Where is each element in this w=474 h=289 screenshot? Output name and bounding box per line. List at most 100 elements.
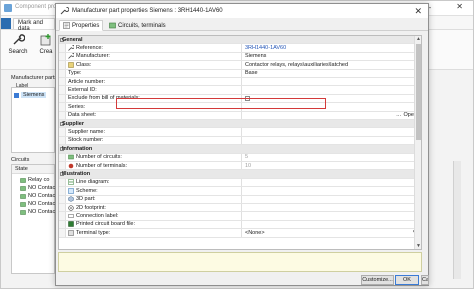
relay-coil-icon (20, 177, 26, 183)
list-item[interactable]: Relay co (20, 176, 49, 184)
row-external-id[interactable]: External ID: (59, 86, 421, 95)
manufacturer-parts-label: Manufacturer parts (11, 75, 58, 81)
close-icon[interactable]: ✕ (456, 2, 463, 11)
footprint-icon (68, 204, 74, 211)
row-number-of-terminals[interactable]: Number of terminals: 10 (59, 162, 421, 171)
row-line-diagram[interactable]: Line diagram: (59, 178, 421, 188)
row-terminal-type[interactable]: Terminal type: <None> ▾ (59, 229, 421, 238)
scheme-icon (68, 187, 74, 194)
create-label: Crea (39, 49, 53, 55)
row-manufacturer[interactable]: Manufacturer: Siemens (59, 52, 421, 62)
properties-icon (63, 22, 70, 29)
tab-properties-label: Properties (72, 22, 100, 29)
wrench-icon (13, 34, 25, 45)
scroll-up-icon[interactable]: ▲ (416, 36, 421, 42)
manufacturer-part-properties-dialog: Manufacturer part properties Siemens : 3… (55, 3, 429, 286)
section-supplier[interactable]: Supplier (59, 120, 421, 129)
num-terminals-label: Number of terminals: (76, 162, 128, 169)
manufacturer-label: Manufacturer: (76, 53, 110, 60)
class-icon (68, 61, 74, 68)
section-general[interactable]: General (59, 36, 421, 45)
section-illustration[interactable]: Illustration (59, 170, 421, 179)
terminal-type-value[interactable]: <None> (245, 230, 265, 236)
supplier-name-label: Supplier name: (68, 128, 105, 135)
row-connection-label[interactable]: Connection label: (59, 212, 421, 221)
customize-button[interactable]: Customize... (361, 275, 394, 285)
row-reference[interactable]: Reference: 3RH1440-1AV60 (59, 44, 421, 53)
connection-label-icon (68, 214, 74, 218)
row-scheme[interactable]: Scheme: (59, 187, 421, 196)
connection-label-label: Connection label: (76, 212, 119, 219)
scroll-thumb[interactable] (416, 44, 421, 140)
search-button[interactable]: Search (7, 33, 29, 55)
contact-icon (20, 193, 26, 199)
tab-properties[interactable]: Properties (59, 20, 104, 31)
data-sheet-label: Data sheet: (68, 112, 97, 119)
terminal-type-icon (68, 229, 74, 236)
list-item[interactable]: NO Contac (20, 208, 55, 216)
wrench-icon (68, 53, 74, 60)
circuit-label: Relay co (28, 177, 50, 183)
tab-file[interactable] (1, 18, 11, 29)
wrench-icon (68, 44, 74, 51)
circuits-list: State Relay co NO Contac NO Contac NO Co… (11, 164, 55, 274)
row-2d-footprint[interactable]: 2D footprint: (59, 204, 421, 213)
pcb-file-label: Printed circuit board file: (76, 221, 135, 228)
grid-scrollbar[interactable]: ▲ ▼ (414, 36, 421, 249)
reference-label: Reference: (76, 44, 103, 51)
folder-icon (14, 92, 19, 98)
terminal-type-label: Terminal type: (76, 229, 111, 236)
list-item[interactable]: NO Contac (20, 200, 55, 208)
row-article-number[interactable]: Article number: (59, 78, 421, 87)
scheme-label: Scheme: (76, 187, 98, 194)
list-item[interactable]: NO Contac (20, 192, 55, 200)
circuits-icon (68, 154, 74, 160)
tree-item-siemens[interactable]: Siemens (14, 91, 47, 99)
pcb-icon (68, 221, 74, 228)
dialog-title: Manufacturer part properties Siemens : 3… (72, 8, 223, 14)
row-data-sheet[interactable]: Data sheet: … Open (59, 111, 421, 120)
section-information[interactable]: Information (59, 145, 421, 154)
row-class[interactable]: Class: Contactor relays, relays\auxiliar… (59, 61, 421, 70)
tab-circuits-terminals[interactable]: Circuits, terminals (106, 20, 169, 31)
type-label: Type: (68, 70, 82, 77)
bg-scrollbar[interactable] (453, 161, 461, 279)
num-circuits-label: Number of circuits: (76, 154, 122, 161)
list-item[interactable]: NO Contac (20, 184, 55, 192)
circuits-state-header: State (12, 165, 54, 174)
tab-circuits-label: Circuits, terminals (118, 22, 166, 29)
row-pcb-file[interactable]: Printed circuit board file: (59, 220, 421, 230)
cancel-button[interactable]: Cancel (421, 275, 429, 285)
circuits-label: Circuits (11, 157, 30, 163)
class-label: Class: (76, 61, 92, 68)
article-number-label: Article number: (68, 78, 105, 85)
class-value[interactable]: Contactor relays, relays\auxiliaries\lat… (245, 62, 348, 68)
section-supplier-label: Supplier (62, 120, 85, 127)
create-button[interactable]: Crea (35, 33, 57, 55)
type-value[interactable]: Base (245, 70, 258, 76)
highlight-exclude-bom (116, 98, 326, 109)
search-label: Search (8, 49, 28, 55)
scroll-down-icon[interactable]: ▼ (416, 243, 421, 249)
dialog-tabs: Properties Circuits, terminals (56, 18, 428, 31)
circuits-icon (109, 22, 116, 29)
num-terminals-value: 10 (245, 162, 252, 169)
row-number-of-circuits[interactable]: Number of circuits: 5 (59, 153, 421, 162)
reference-value[interactable]: 3RH1440-1AV60 (245, 45, 286, 51)
circuit-label: NO Contac (28, 201, 56, 207)
row-3d-part[interactable]: 3D part: (59, 195, 421, 204)
ok-button[interactable]: OK (395, 275, 419, 285)
circuit-label: NO Contac (28, 209, 56, 215)
close-icon[interactable]: ✕ (414, 6, 422, 17)
contact-icon (20, 201, 26, 207)
series-label: Series: (68, 103, 86, 110)
row-stock-number[interactable]: Stock number: (59, 136, 421, 146)
tab-mark-and-data[interactable]: Mark and data (13, 18, 55, 32)
section-illustration-label: Illustration (62, 170, 91, 177)
row-type[interactable]: Type: Base (59, 69, 421, 78)
wrench-icon (60, 7, 69, 15)
line-diagram-icon (68, 179, 74, 186)
ellipsis-icon[interactable]: … (396, 112, 402, 118)
row-supplier-name[interactable]: Supplier name: (59, 128, 421, 137)
manufacturer-value[interactable]: Siemens (245, 53, 266, 59)
